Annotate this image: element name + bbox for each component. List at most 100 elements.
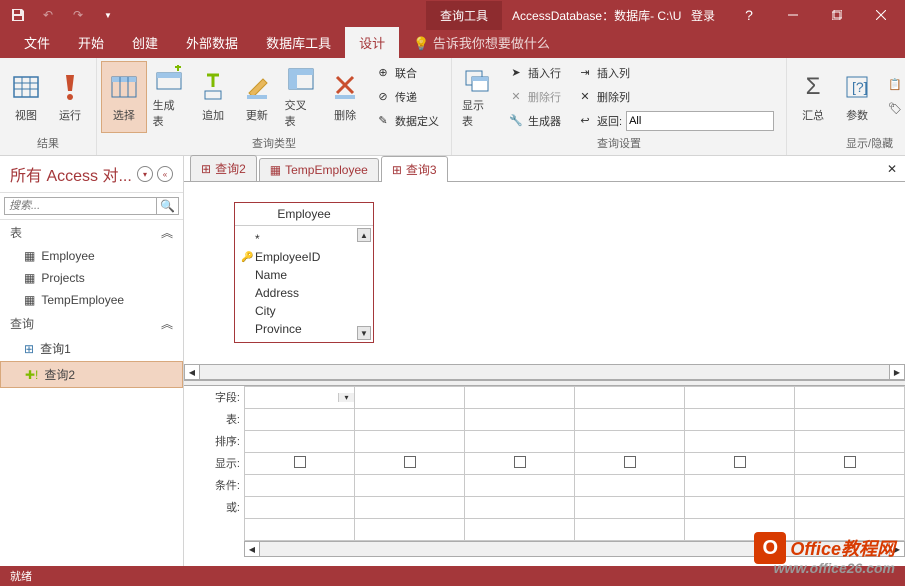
select-query-button[interactable]: 选择 bbox=[101, 61, 147, 133]
grid-cell[interactable] bbox=[465, 519, 575, 541]
totals-button[interactable]: Σ 汇总 bbox=[791, 61, 835, 133]
show-cell[interactable] bbox=[245, 453, 355, 475]
field-cell[interactable] bbox=[465, 387, 575, 409]
scroll-left-button[interactable]: ◀ bbox=[244, 541, 260, 557]
builder-button[interactable]: 🔧生成器 bbox=[504, 110, 565, 132]
show-cell[interactable] bbox=[685, 453, 795, 475]
show-cell[interactable] bbox=[795, 453, 905, 475]
search-button[interactable]: 🔍 bbox=[157, 197, 179, 215]
nav-section-tables[interactable]: 表︽ bbox=[0, 220, 183, 245]
union-button[interactable]: ⊕联合 bbox=[371, 62, 443, 84]
field-star[interactable]: * bbox=[241, 230, 367, 248]
checkbox[interactable] bbox=[404, 456, 416, 468]
login-link[interactable]: 登录 bbox=[681, 7, 725, 24]
grid-cell[interactable] bbox=[355, 475, 465, 497]
help-button[interactable]: ? bbox=[729, 1, 769, 29]
table-box-employee[interactable]: Employee * 🔑EmployeeID Name Address City… bbox=[234, 202, 374, 343]
field-address[interactable]: Address bbox=[241, 284, 367, 302]
datadef-button[interactable]: ✎数据定义 bbox=[371, 110, 443, 132]
scroll-down-button[interactable]: ▼ bbox=[357, 326, 371, 340]
insertcol-button[interactable]: ⇥插入列 bbox=[573, 62, 778, 84]
field-cell[interactable] bbox=[795, 387, 905, 409]
deletecol-button[interactable]: ✕删除列 bbox=[573, 86, 778, 108]
grid-cell[interactable] bbox=[465, 497, 575, 519]
scrollbar-track[interactable] bbox=[200, 364, 889, 380]
dropdown-button[interactable]: ▾ bbox=[338, 393, 354, 402]
grid-cell[interactable] bbox=[795, 497, 905, 519]
return-combo[interactable] bbox=[626, 111, 774, 131]
nav-item-tempemployee[interactable]: ▦TempEmployee bbox=[0, 289, 183, 311]
grid-cell[interactable] bbox=[575, 431, 685, 453]
pane-splitter[interactable] bbox=[184, 380, 905, 386]
undo-icon[interactable]: ↶ bbox=[38, 5, 58, 25]
grid-cell[interactable] bbox=[245, 497, 355, 519]
update-button[interactable]: 更新 bbox=[235, 61, 279, 133]
nav-header[interactable]: 所有 Access 对... ▾ « bbox=[0, 156, 183, 193]
grid-cell[interactable] bbox=[245, 409, 355, 431]
grid-cell[interactable] bbox=[465, 431, 575, 453]
qat-dropdown-icon[interactable]: ▼ bbox=[98, 5, 118, 25]
show-cell[interactable] bbox=[575, 453, 685, 475]
grid-cell[interactable] bbox=[465, 409, 575, 431]
nav-item-projects[interactable]: ▦Projects bbox=[0, 267, 183, 289]
propsheet-button[interactable]: 📋属性表 bbox=[883, 74, 905, 96]
checkbox[interactable] bbox=[734, 456, 746, 468]
grid-cell[interactable] bbox=[465, 475, 575, 497]
restore-button[interactable] bbox=[817, 1, 857, 29]
nav-item-query2[interactable]: ✚!查询2 bbox=[0, 361, 183, 388]
insertrow-button[interactable]: ➤插入行 bbox=[504, 62, 565, 84]
tab-home[interactable]: 开始 bbox=[64, 27, 118, 58]
doc-tab-query2[interactable]: ⊞查询2 bbox=[190, 155, 257, 181]
scroll-left-button[interactable]: ◀ bbox=[184, 364, 200, 380]
grid-cell[interactable] bbox=[575, 519, 685, 541]
grid-cell[interactable] bbox=[355, 497, 465, 519]
params-button[interactable]: [?] 参数 bbox=[835, 61, 879, 133]
passthrough-button[interactable]: ⊘传递 bbox=[371, 86, 443, 108]
append-button[interactable]: 追加 bbox=[191, 61, 235, 133]
field-cell[interactable] bbox=[355, 387, 465, 409]
nav-collapse-icon[interactable]: « bbox=[157, 166, 173, 182]
grid-cell[interactable] bbox=[795, 431, 905, 453]
showtable-button[interactable]: 显示表 bbox=[456, 61, 500, 133]
field-cell[interactable]: ▾ bbox=[245, 387, 355, 409]
field-province[interactable]: Province bbox=[241, 320, 367, 338]
tell-me-search[interactable]: 💡 告诉我你想要做什么 bbox=[399, 27, 564, 58]
view-button[interactable]: 视图 bbox=[4, 61, 48, 133]
doc-tab-tempemployee[interactable]: ▦TempEmployee bbox=[259, 158, 379, 181]
grid-cell[interactable] bbox=[685, 497, 795, 519]
tab-design[interactable]: 设计 bbox=[345, 27, 399, 58]
table-pane[interactable]: Employee * 🔑EmployeeID Name Address City… bbox=[184, 182, 905, 364]
doc-tab-query3[interactable]: ⊞查询3 bbox=[381, 156, 448, 182]
scroll-up-button[interactable]: ▲ bbox=[357, 228, 371, 242]
deleterow-button[interactable]: ✕删除行 bbox=[504, 86, 565, 108]
crosstab-button[interactable]: 交叉表 bbox=[279, 61, 324, 133]
nav-item-query1[interactable]: ⊞查询1 bbox=[0, 336, 183, 361]
grid-cell[interactable] bbox=[795, 475, 905, 497]
field-name[interactable]: Name bbox=[241, 266, 367, 284]
tab-file[interactable]: 文件 bbox=[10, 27, 64, 58]
redo-icon[interactable]: ↷ bbox=[68, 5, 88, 25]
close-button[interactable] bbox=[861, 1, 901, 29]
field-city[interactable]: City bbox=[241, 302, 367, 320]
minimize-button[interactable] bbox=[773, 1, 813, 29]
field-cell[interactable] bbox=[575, 387, 685, 409]
grid-cell[interactable] bbox=[245, 431, 355, 453]
checkbox[interactable] bbox=[514, 456, 526, 468]
nav-section-queries[interactable]: 查询︽ bbox=[0, 311, 183, 336]
checkbox[interactable] bbox=[294, 456, 306, 468]
grid-cell[interactable] bbox=[355, 519, 465, 541]
grid-cell[interactable] bbox=[355, 431, 465, 453]
grid-cell[interactable] bbox=[355, 409, 465, 431]
grid-cell[interactable] bbox=[575, 475, 685, 497]
field-cell[interactable] bbox=[685, 387, 795, 409]
grid-cell[interactable] bbox=[685, 409, 795, 431]
checkbox[interactable] bbox=[844, 456, 856, 468]
tab-external-data[interactable]: 外部数据 bbox=[172, 27, 252, 58]
tab-create[interactable]: 创建 bbox=[118, 27, 172, 58]
grid-cell[interactable] bbox=[245, 475, 355, 497]
grid-cell[interactable] bbox=[575, 409, 685, 431]
grid-cell[interactable] bbox=[685, 475, 795, 497]
grid-cell[interactable] bbox=[575, 497, 685, 519]
show-cell[interactable] bbox=[355, 453, 465, 475]
grid-cell[interactable] bbox=[245, 519, 355, 541]
